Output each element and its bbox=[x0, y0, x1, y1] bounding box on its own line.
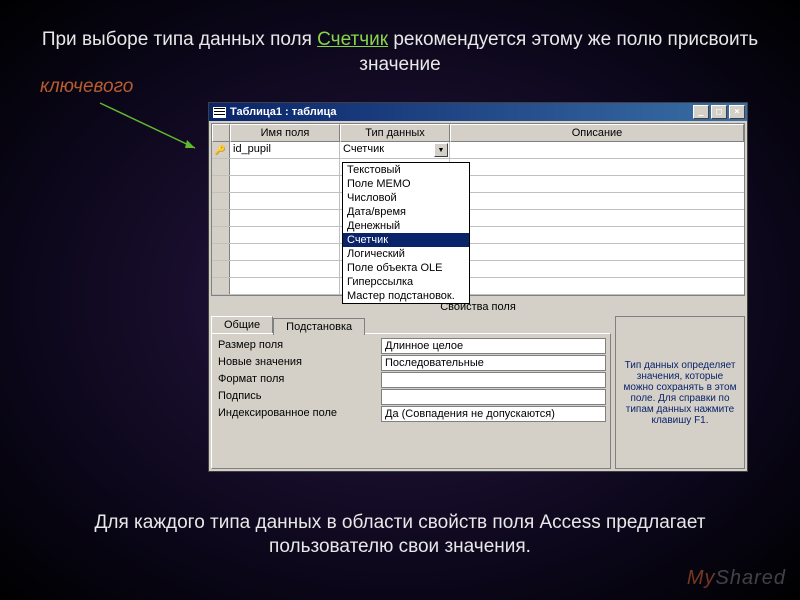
prop-label: Размер поля bbox=[216, 338, 381, 354]
titlebar[interactable]: Таблица1 : таблица _ □ × bbox=[209, 103, 747, 121]
prop-value-input[interactable]: Длинное целое bbox=[381, 338, 606, 354]
dropdown-option-selected[interactable]: Счетчик bbox=[343, 233, 469, 247]
datatype-dropdown[interactable]: Текстовый Поле МЕМО Числовой Дата/время … bbox=[342, 162, 470, 304]
minimize-button[interactable]: _ bbox=[693, 105, 709, 119]
prop-label: Подпись bbox=[216, 389, 381, 405]
grid-header: Имя поля Тип данных Описание bbox=[212, 124, 744, 142]
col-name[interactable]: Имя поля bbox=[230, 124, 340, 142]
dropdown-option[interactable]: Логический bbox=[343, 247, 469, 261]
tab-lookup[interactable]: Подстановка bbox=[273, 318, 365, 335]
prop-value-input[interactable] bbox=[381, 389, 606, 405]
row-selector[interactable]: 🔑 bbox=[212, 142, 230, 158]
properties-panel: Общие Подстановка Размер поляДлинное цел… bbox=[211, 316, 611, 469]
dropdown-option[interactable]: Поле МЕМО bbox=[343, 177, 469, 191]
dropdown-option[interactable]: Мастер подстановок. bbox=[343, 289, 469, 303]
properties-label: Свойства поля bbox=[209, 298, 747, 316]
field-name-cell[interactable]: id_pupil bbox=[230, 142, 340, 158]
field-desc-cell[interactable] bbox=[450, 142, 744, 158]
prop-value-input[interactable] bbox=[381, 372, 606, 388]
col-type[interactable]: Тип данных bbox=[340, 124, 450, 142]
slide-footer-text: Для каждого типа данных в области свойст… bbox=[40, 511, 760, 560]
watermark: MyShared bbox=[687, 567, 786, 590]
dropdown-option[interactable]: Числовой bbox=[343, 191, 469, 205]
key-word: ключевого bbox=[40, 76, 133, 98]
field-grid: Имя поля Тип данных Описание 🔑 id_pupil … bbox=[211, 123, 745, 296]
access-table-designer-window: Таблица1 : таблица _ □ × Имя поля Тип да… bbox=[208, 102, 748, 472]
accent-word: Счетчик bbox=[317, 29, 388, 50]
field-type-cell[interactable]: Счетчик ▼ bbox=[340, 142, 450, 158]
dropdown-option[interactable]: Гиперссылка bbox=[343, 275, 469, 289]
prop-label: Индексированное поле bbox=[216, 406, 381, 422]
primary-key-icon: 🔑 bbox=[215, 145, 226, 156]
help-panel: Тип данных определяет значения, которые … bbox=[615, 316, 745, 469]
arrow-annotation bbox=[95, 98, 205, 158]
table-row[interactable]: 🔑 id_pupil Счетчик ▼ bbox=[212, 142, 744, 159]
dropdown-option[interactable]: Поле объекта OLE bbox=[343, 261, 469, 275]
window-title: Таблица1 : таблица bbox=[230, 106, 337, 118]
table-icon bbox=[213, 107, 226, 118]
tab-general[interactable]: Общие bbox=[211, 316, 273, 333]
maximize-button[interactable]: □ bbox=[711, 105, 727, 119]
slide-heading: При выборе типа данных поля Счетчик реко… bbox=[40, 28, 760, 77]
prop-label: Формат поля bbox=[216, 372, 381, 388]
col-desc[interactable]: Описание bbox=[450, 124, 744, 142]
prop-value-input[interactable]: Да (Совпадения не допускаются) bbox=[381, 406, 606, 422]
dropdown-button[interactable]: ▼ bbox=[434, 143, 448, 157]
dropdown-option[interactable]: Текстовый bbox=[343, 163, 469, 177]
dropdown-option[interactable]: Денежный bbox=[343, 219, 469, 233]
prop-value-input[interactable]: Последовательные bbox=[381, 355, 606, 371]
close-button[interactable]: × bbox=[729, 105, 745, 119]
prop-label: Новые значения bbox=[216, 355, 381, 371]
dropdown-option[interactable]: Дата/время bbox=[343, 205, 469, 219]
